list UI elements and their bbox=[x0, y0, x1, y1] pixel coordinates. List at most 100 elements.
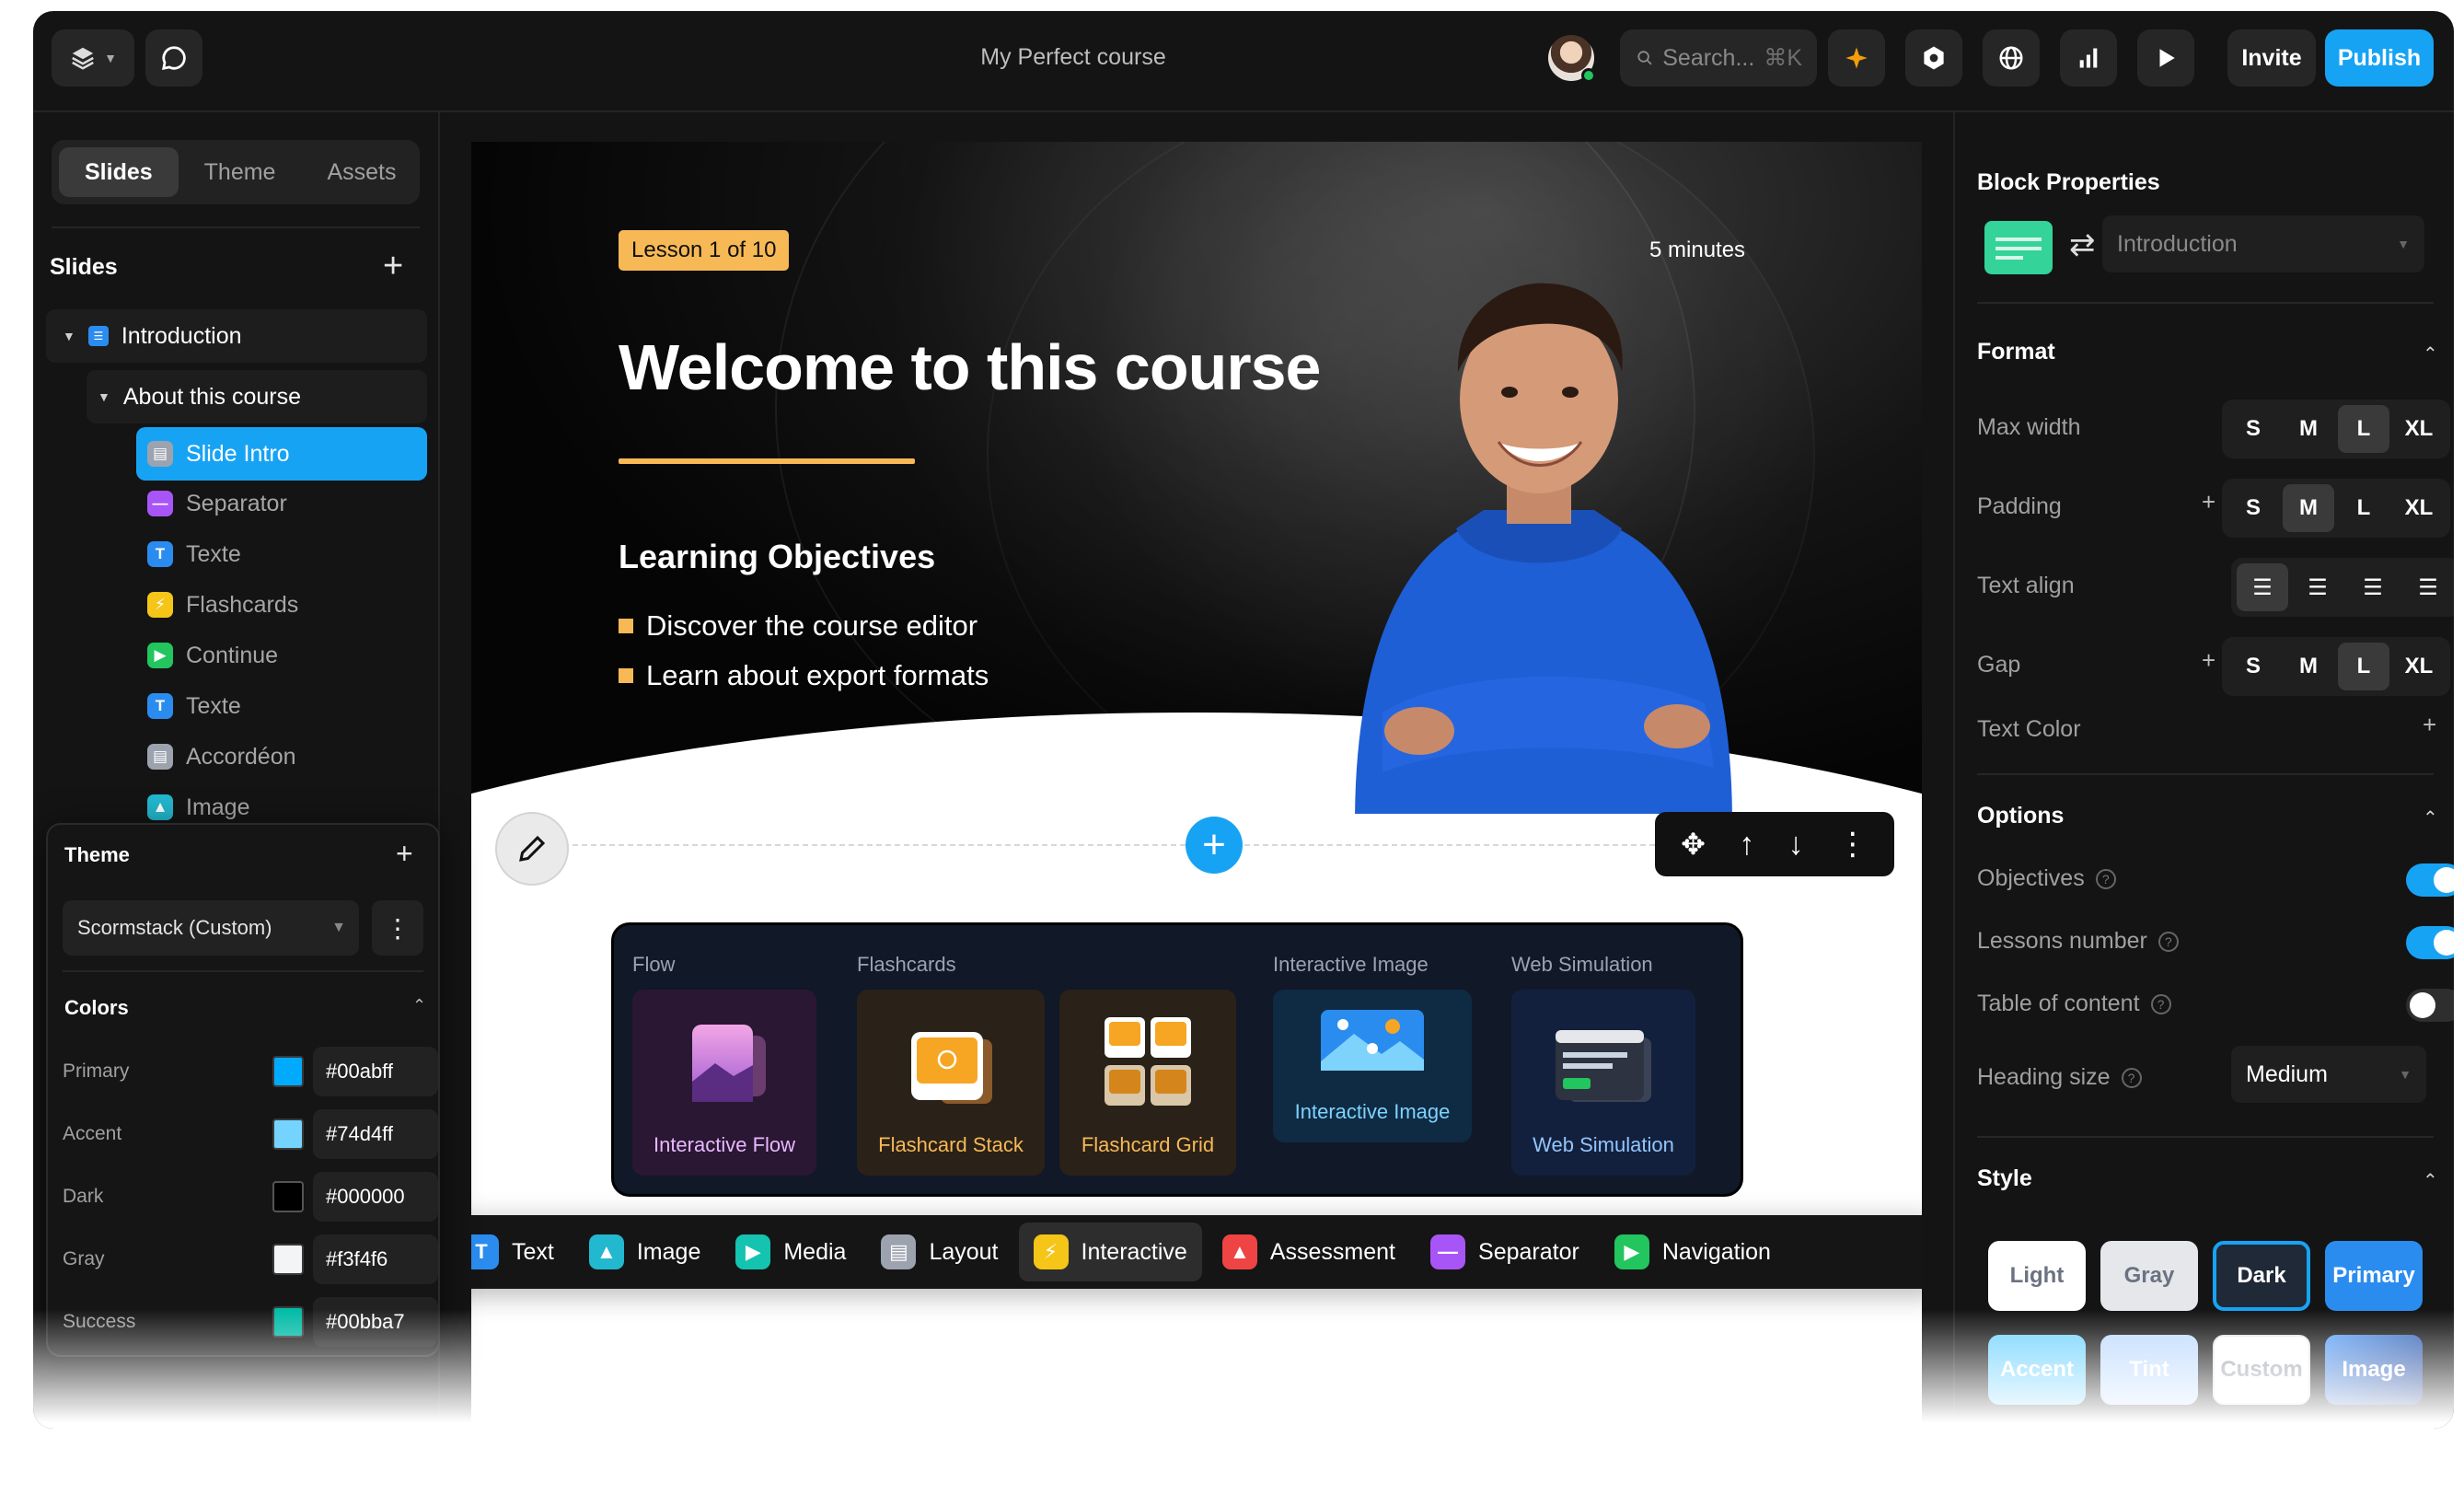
more-vertical-icon[interactable]: ⋮ bbox=[1837, 826, 1868, 863]
color-hex-input[interactable]: #000000 bbox=[313, 1172, 438, 1222]
insert-text-button[interactable]: T Text bbox=[471, 1223, 569, 1281]
add-slide-button[interactable]: + bbox=[383, 249, 403, 284]
size-option[interactable]: S bbox=[2227, 405, 2279, 453]
style-light-button[interactable]: Light bbox=[1988, 1241, 2086, 1311]
size-option[interactable]: M bbox=[2283, 484, 2334, 532]
insert-media-button[interactable]: ▶ Media bbox=[721, 1223, 861, 1281]
style-dark-button[interactable]: Dark bbox=[2213, 1241, 2310, 1311]
web-simulation-card[interactable]: Web Simulation bbox=[1511, 990, 1695, 1176]
help-icon[interactable]: ? bbox=[2157, 932, 2179, 953]
analytics-button[interactable] bbox=[2060, 29, 2117, 87]
tree-item-continue[interactable]: ▶ Continue bbox=[136, 629, 427, 682]
insert-separator-button[interactable]: — Separator bbox=[1416, 1223, 1594, 1281]
flashcard-stack-card[interactable]: Flashcard Stack bbox=[857, 990, 1045, 1176]
size-option[interactable]: XL bbox=[2393, 484, 2445, 532]
color-hex-input[interactable]: #00abff bbox=[313, 1047, 438, 1096]
objective-item[interactable]: Discover the course editor bbox=[619, 609, 978, 643]
align-center-icon[interactable]: ☰ bbox=[2292, 563, 2343, 611]
edit-block-button[interactable] bbox=[495, 812, 569, 886]
interactive-image-card[interactable]: Interactive Image bbox=[1273, 990, 1472, 1142]
tab-theme[interactable]: Theme bbox=[179, 147, 302, 197]
plus-icon[interactable]: + bbox=[2202, 646, 2215, 675]
objectives-toggle[interactable] bbox=[2406, 863, 2454, 897]
color-swatch[interactable] bbox=[272, 1056, 304, 1087]
color-swatch[interactable] bbox=[272, 1118, 304, 1150]
slide-title[interactable]: Welcome to this course bbox=[619, 330, 1321, 404]
preview-button[interactable] bbox=[2137, 29, 2194, 87]
size-option[interactable]: L bbox=[2338, 405, 2389, 453]
style-tint-button[interactable]: Tint bbox=[2100, 1335, 2198, 1405]
tab-slides[interactable]: Slides bbox=[59, 147, 179, 197]
add-text-color-button[interactable]: + bbox=[2423, 711, 2436, 739]
help-icon[interactable]: ? bbox=[2150, 994, 2171, 1015]
app-menu-button[interactable]: ▼ bbox=[52, 29, 134, 87]
color-hex-input[interactable]: #f3f4f6 bbox=[313, 1234, 438, 1284]
insert-image-button[interactable]: ▲ Image bbox=[574, 1223, 715, 1281]
chevron-up-icon[interactable]: ⌃ bbox=[2423, 342, 2438, 365]
help-icon[interactable]: ? bbox=[2121, 1068, 2142, 1089]
objective-item[interactable]: Learn about export formats bbox=[619, 659, 989, 692]
tree-item-accordeon[interactable]: ▤ Accordéon bbox=[136, 730, 427, 783]
move-icon[interactable]: ✥ bbox=[1681, 827, 1706, 862]
insert-navigation-button[interactable]: ▶ Navigation bbox=[1600, 1223, 1786, 1281]
chevron-up-icon[interactable]: ⌃ bbox=[2423, 806, 2438, 829]
tree-section-introduction[interactable]: ▼ ☰ Introduction bbox=[46, 309, 427, 363]
help-icon[interactable]: ? bbox=[2095, 869, 2116, 890]
align-right-icon[interactable]: ☰ bbox=[2347, 563, 2399, 611]
tree-item-texte[interactable]: T Texte bbox=[136, 527, 427, 581]
block-type-select[interactable]: Introduction ▼ bbox=[2102, 215, 2424, 272]
insert-layout-button[interactable]: ▤ Layout bbox=[866, 1223, 1012, 1281]
language-button[interactable] bbox=[1983, 29, 2040, 87]
user-avatar[interactable] bbox=[1548, 35, 1596, 83]
style-gray-button[interactable]: Gray bbox=[2100, 1241, 2198, 1311]
arrow-down-icon[interactable]: ↓ bbox=[1788, 827, 1804, 863]
theme-more-button[interactable]: ⋮ bbox=[372, 900, 423, 956]
tree-item-texte-2[interactable]: T Texte bbox=[136, 679, 427, 733]
flashcard-grid-card[interactable]: Flashcard Grid bbox=[1059, 990, 1236, 1176]
tree-item-flashcards[interactable]: ⚡ Flashcards bbox=[136, 578, 427, 632]
objectives-title[interactable]: Learning Objectives bbox=[619, 538, 935, 576]
size-option[interactable]: M bbox=[2283, 405, 2334, 453]
publish-button[interactable]: Publish bbox=[2325, 29, 2434, 87]
color-swatch[interactable] bbox=[272, 1306, 304, 1338]
size-option[interactable]: XL bbox=[2393, 405, 2445, 453]
color-swatch[interactable] bbox=[272, 1244, 304, 1275]
tree-subsection-about[interactable]: ▼ About this course bbox=[87, 370, 427, 423]
size-option[interactable]: L bbox=[2338, 643, 2389, 690]
color-hex-input[interactable]: #00bba7 bbox=[313, 1297, 438, 1347]
style-accent-button[interactable]: Accent bbox=[1988, 1335, 2086, 1405]
size-option[interactable]: S bbox=[2227, 484, 2279, 532]
size-option[interactable]: XL bbox=[2393, 643, 2445, 690]
swap-icon[interactable]: ⇄ bbox=[2069, 226, 2096, 263]
tree-item-separator[interactable]: — Separator bbox=[136, 477, 427, 530]
invite-button[interactable]: Invite bbox=[2227, 29, 2316, 87]
insert-assessment-button[interactable]: ▲ Assessment bbox=[1208, 1223, 1410, 1281]
style-image-button[interactable]: Image bbox=[2325, 1335, 2423, 1405]
ai-button[interactable] bbox=[1828, 29, 1885, 87]
style-custom-button[interactable]: Custom bbox=[2213, 1335, 2310, 1405]
arrow-up-icon[interactable]: ↑ bbox=[1739, 827, 1754, 863]
color-hex-input[interactable]: #74d4ff bbox=[313, 1109, 438, 1159]
comments-button[interactable] bbox=[145, 29, 202, 87]
toc-toggle[interactable] bbox=[2406, 989, 2454, 1022]
insert-interactive-button[interactable]: ⚡ Interactive bbox=[1018, 1223, 1202, 1281]
chevron-up-icon[interactable]: ⌃ bbox=[412, 996, 426, 1015]
intro-hero-block[interactable]: Lesson 1 of 10 5 minutes Welcome to this… bbox=[471, 142, 1922, 814]
search-input[interactable]: Search... ⌘K bbox=[1620, 29, 1817, 87]
heading-size-select[interactable]: Medium ▼ bbox=[2231, 1046, 2426, 1103]
add-block-button[interactable]: + bbox=[1186, 817, 1243, 874]
tab-assets[interactable]: Assets bbox=[301, 147, 422, 197]
plus-icon[interactable]: + bbox=[2202, 488, 2215, 516]
align-left-icon[interactable]: ☰ bbox=[2237, 563, 2288, 611]
size-option[interactable]: M bbox=[2283, 643, 2334, 690]
interactive-flow-card[interactable]: Interactive Flow bbox=[632, 990, 816, 1176]
size-option[interactable]: S bbox=[2227, 643, 2279, 690]
lessons-number-toggle[interactable] bbox=[2406, 926, 2454, 959]
align-justify-icon[interactable]: ☰ bbox=[2402, 563, 2454, 611]
style-primary-button[interactable]: Primary bbox=[2325, 1241, 2423, 1311]
color-swatch[interactable] bbox=[272, 1181, 304, 1212]
tree-item-slide-intro[interactable]: ▤ Slide Intro bbox=[136, 427, 427, 481]
size-option[interactable]: L bbox=[2338, 484, 2389, 532]
settings-button[interactable] bbox=[1905, 29, 1962, 87]
add-theme-button[interactable]: + bbox=[396, 836, 413, 871]
